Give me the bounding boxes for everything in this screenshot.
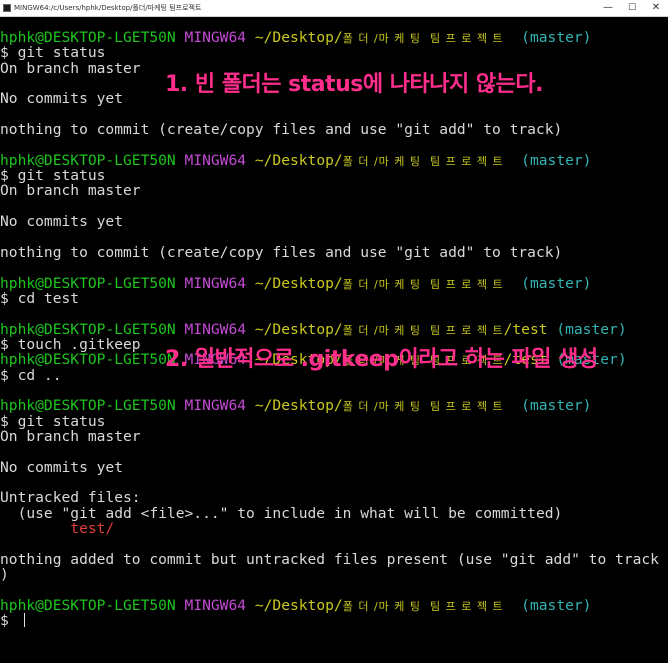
prompt-symbol: $	[0, 366, 18, 384]
prompt-branch: (master)	[556, 320, 627, 338]
command-line: $	[0, 613, 658, 628]
prompt-path: ~/Desktop/	[254, 29, 343, 46]
output-line: nothing added to commit but untracked fi…	[0, 550, 659, 568]
prompt-line: hphk@DESKTOP-LGET50N MINGW64 ~/Desktop/폴…	[0, 398, 658, 413]
prompt-path-korean: 폴 더 /마 케 팅 팀 프 로 젝 트	[342, 599, 504, 613]
output-text: No commits yet	[0, 213, 124, 231]
output-text: On branch master	[0, 182, 141, 200]
output-line: Untracked files:	[0, 490, 658, 505]
output-line: test/	[0, 521, 658, 536]
output-text: No commits yet	[0, 458, 124, 476]
output-text: nothing to commit (create/copy files and…	[0, 243, 563, 261]
prompt-line: hphk@DESKTOP-LGET50N MINGW64 ~/Desktop/폴…	[0, 30, 658, 45]
prompt-path: ~/Desktop/	[254, 596, 343, 614]
prompt-line: hphk@DESKTOP-LGET50N MINGW64 ~/Desktop/폴…	[0, 153, 658, 168]
prompt-user-host: hphk@DESKTOP-LGET50N	[0, 596, 176, 614]
prompt-branch: (master)	[521, 151, 592, 169]
prompt-line: hphk@DESKTOP-LGET50N MINGW64 ~/Desktop/폴…	[0, 274, 658, 292]
annotation-2: 2. 일반적으로 .gitkeep이라고 하는 파일 생성	[165, 347, 598, 372]
command-line: $ cd test	[0, 291, 658, 306]
prompt-path-korean: 폴 더 /마 케 팅 팀 프 로 젝 트	[342, 277, 504, 291]
command-text: cd ..	[17, 366, 62, 384]
prompt-branch: (master)	[521, 596, 592, 614]
maximize-icon[interactable]: ☐	[620, 0, 644, 16]
output-text: nothing to commit (create/copy files and…	[0, 121, 563, 139]
output-text: No commits yet	[0, 90, 124, 108]
command-line: $ git status	[0, 413, 658, 429]
window-title: MINGW64:/c/Users/hphk/Desktop/폴더/마케팅 팀프로…	[14, 4, 202, 12]
prompt-path-korean: 폴 더 /마 케 팅 팀 프 로 젝 트	[342, 32, 504, 45]
prompt-path: ~/Desktop/	[254, 397, 343, 415]
prompt-shell: MINGW64	[184, 29, 247, 46]
output-text: On branch master	[0, 427, 141, 445]
prompt-symbol: $	[0, 289, 18, 307]
terminal-output[interactable]: hphk@DESKTOP-LGET50N MINGW64 ~/Desktop/폴…	[0, 30, 659, 628]
terminal-cursor	[23, 613, 25, 628]
untracked-file: test/	[0, 520, 115, 537]
output-line: )	[0, 567, 658, 582]
annotation-1: 1. 빈 폴더는 status에 나타나지 않는다.	[165, 72, 543, 97]
prompt-shell: MINGW64	[184, 397, 247, 415]
command-line: $ git status	[0, 168, 658, 183]
prompt-shell: MINGW64	[184, 596, 247, 614]
prompt-branch: (master)	[521, 397, 592, 415]
prompt-shell: MINGW64	[184, 274, 247, 292]
prompt-symbol: $	[0, 612, 18, 630]
command-line: $ git status	[0, 45, 658, 60]
minimize-icon[interactable]: —	[596, 0, 620, 16]
output-text: )	[0, 566, 9, 584]
output-line: No commits yet	[0, 458, 658, 476]
prompt-path: ~/Desktop/	[254, 151, 343, 169]
prompt-line: hphk@DESKTOP-LGET50N MINGW64 ~/Desktop/폴…	[0, 320, 658, 338]
terminal-scrollbar[interactable]	[658, 17, 668, 663]
prompt-branch: (master)	[521, 29, 592, 46]
output-line: On branch master	[0, 429, 658, 444]
prompt-branch: (master)	[521, 274, 592, 292]
prompt-path-korean: 폴 더 /마 케 팅 팀 프 로 젝 트	[342, 323, 504, 337]
command-text: cd test	[17, 289, 80, 307]
output-line: No commits yet	[0, 214, 658, 229]
prompt-shell: MINGW64	[184, 151, 247, 169]
prompt-path: ~/Desktop/	[254, 320, 343, 338]
prompt-subdir: /test	[503, 320, 548, 338]
prompt-shell: MINGW64	[184, 320, 247, 338]
prompt-path-korean: 폴 더 /마 케 팅 팀 프 로 젝 트	[342, 400, 504, 414]
prompt-path: ~/Desktop/	[254, 274, 343, 292]
output-line: (use "git add <file>..." to include in w…	[0, 505, 658, 521]
window-titlebar: MINGW64:/c/Users/hphk/Desktop/폴더/마케팅 팀프로…	[0, 0, 668, 17]
output-line: nothing to commit (create/copy files and…	[0, 122, 658, 137]
close-icon[interactable]: ✕	[644, 0, 668, 16]
output-line: On branch master	[0, 183, 658, 198]
prompt-path-korean: 폴 더 /마 케 팅 팀 프 로 젝 트	[342, 154, 504, 168]
output-text: On branch master	[0, 59, 141, 77]
output-line: nothing to commit (create/copy files and…	[0, 245, 658, 260]
output-text: nothing added to commit but untracked fi…	[0, 550, 659, 568]
mintty-app-icon	[3, 4, 11, 12]
prompt-line: hphk@DESKTOP-LGET50N MINGW64 ~/Desktop/폴…	[0, 598, 658, 613]
